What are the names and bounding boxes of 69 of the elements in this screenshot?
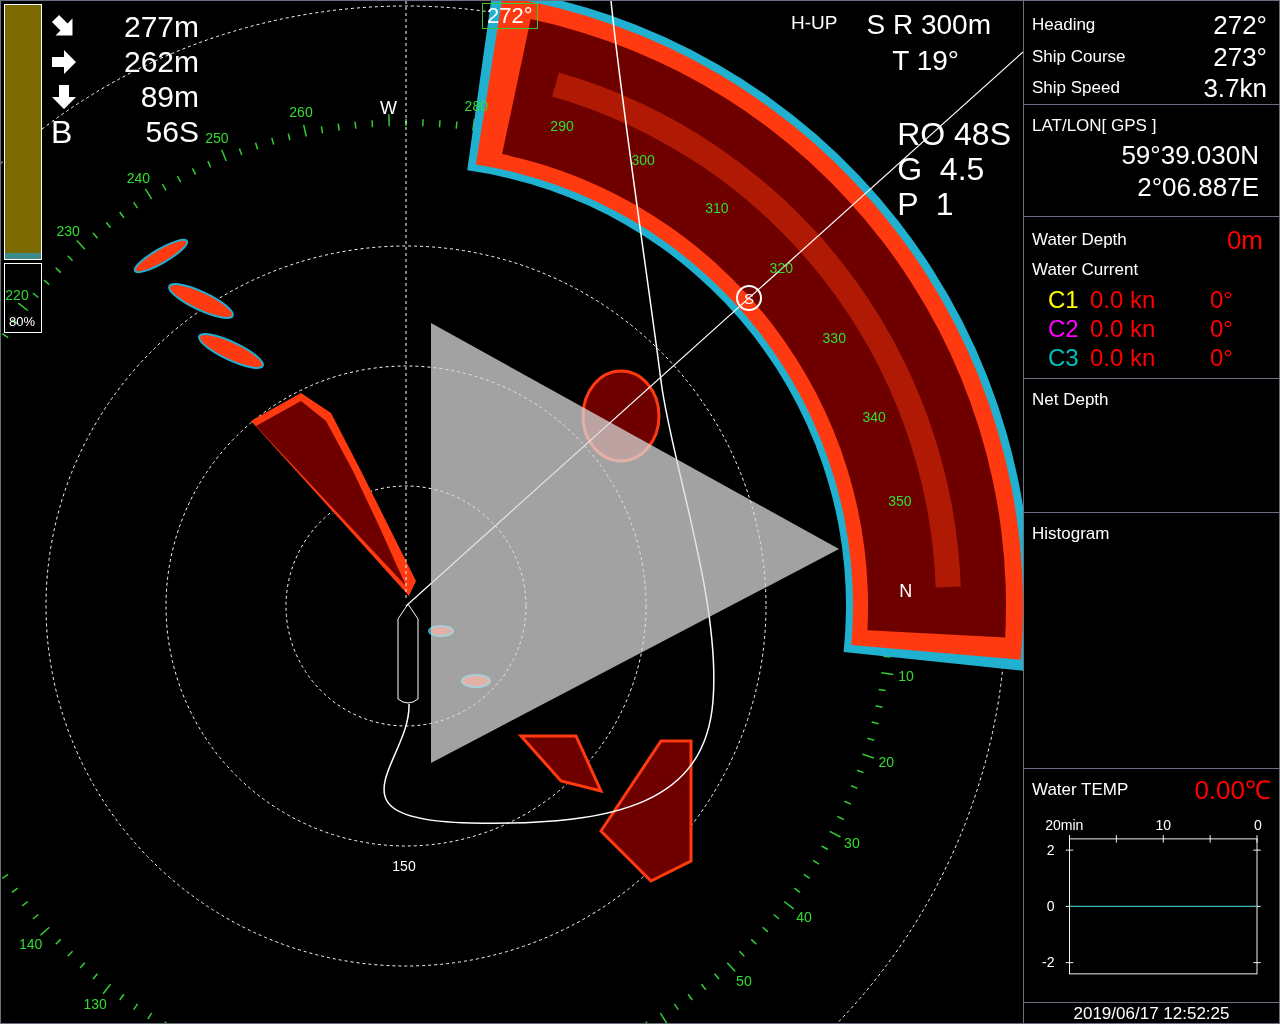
readout-value: 56S: [145, 116, 199, 147]
position-title: LAT/LON[ GPS ]: [1032, 115, 1158, 137]
current-direction: 0°: [1210, 345, 1233, 370]
nav-value: 273°: [1213, 43, 1268, 70]
bearing-label: 340: [862, 408, 886, 425]
nav-value: 272°: [1213, 11, 1268, 38]
bearing-label: 10: [898, 668, 914, 685]
west-label: W: [380, 98, 398, 119]
nav-value: 3.7kn: [1203, 75, 1268, 102]
range-label: 150: [392, 858, 416, 874]
axis-label: 10: [1155, 816, 1172, 833]
readout-value: 89m: [140, 81, 199, 112]
bearing-label: 350: [888, 493, 912, 509]
bearing-label: 240: [126, 169, 151, 186]
histogram-title: Histogram: [1032, 524, 1110, 543]
net-depth-title: Net Depth: [1032, 390, 1109, 409]
arrow-icon: [51, 83, 77, 110]
current-channel: C2: [1048, 316, 1080, 341]
bearing-label: 300: [631, 152, 655, 169]
display-mode: H-UP: [791, 13, 838, 32]
arrow-icon: [51, 48, 77, 75]
axis-label: 2: [1046, 841, 1055, 858]
bearing-label: 40: [796, 908, 812, 925]
latitude-value: 59°39.030N: [1121, 138, 1260, 171]
bearing-label: 30: [844, 835, 860, 852]
nav-label: Heading: [1032, 14, 1096, 37]
bearing-label: 260: [289, 104, 313, 121]
current-speed: 0.0 kn: [1090, 345, 1157, 370]
current-title: Water Current: [1032, 259, 1140, 281]
gain-box: [4, 263, 42, 333]
gain-reading: 80%: [9, 315, 36, 328]
readout-value: 262m: [123, 46, 199, 77]
longitude-value: 2°06.887E: [1137, 170, 1260, 203]
readout-label: B: [51, 115, 73, 148]
temperature-value: 0.00℃: [1194, 777, 1271, 803]
depth-value: 0m: [1226, 227, 1264, 253]
current-direction: 0°: [1210, 287, 1233, 312]
bearing-label: 310: [705, 200, 729, 217]
sonar-setting: P 1: [897, 187, 954, 222]
bearing-label: 140: [19, 935, 43, 952]
ship-icon: [397, 603, 419, 704]
bearing-label: 130: [83, 995, 107, 1012]
current-speed: 0.0 kn: [1090, 287, 1157, 312]
bearing-label: 50: [736, 973, 752, 990]
current-direction: 0°: [1210, 316, 1233, 341]
bearing-label: 280: [464, 97, 488, 114]
nav-label: Ship Course: [1032, 45, 1126, 68]
axis-label: -2: [1042, 954, 1055, 971]
current-channel: C3: [1048, 345, 1080, 370]
current-channel: C1: [1048, 287, 1080, 312]
readout-value: 277m: [123, 11, 199, 42]
north-label: N: [899, 580, 913, 601]
axis-label: 0: [1046, 898, 1055, 915]
bearing-label: 20: [878, 754, 895, 771]
nav-label: Ship Speed: [1032, 77, 1120, 100]
sonar-setting: G 4.5: [897, 152, 985, 187]
bearing-label: 230: [56, 222, 80, 239]
current-speed: 0.0 kn: [1090, 316, 1157, 341]
tilt-setting: T 19°: [892, 47, 959, 75]
depth-label: Water Depth: [1032, 229, 1127, 252]
range-setting: S R 300m: [866, 11, 991, 39]
bearing-label: 250: [205, 129, 229, 146]
bearing-label: 330: [822, 330, 846, 347]
bearing-label: 290: [550, 117, 574, 134]
temperature-label: Water TEMP: [1032, 779, 1129, 802]
bearing-label: 220: [5, 287, 29, 304]
timestamp: 2019/06/17 12:52:25: [1073, 1004, 1230, 1022]
axis-label: 0: [1253, 816, 1262, 833]
axis-label: 20min: [1045, 816, 1084, 833]
